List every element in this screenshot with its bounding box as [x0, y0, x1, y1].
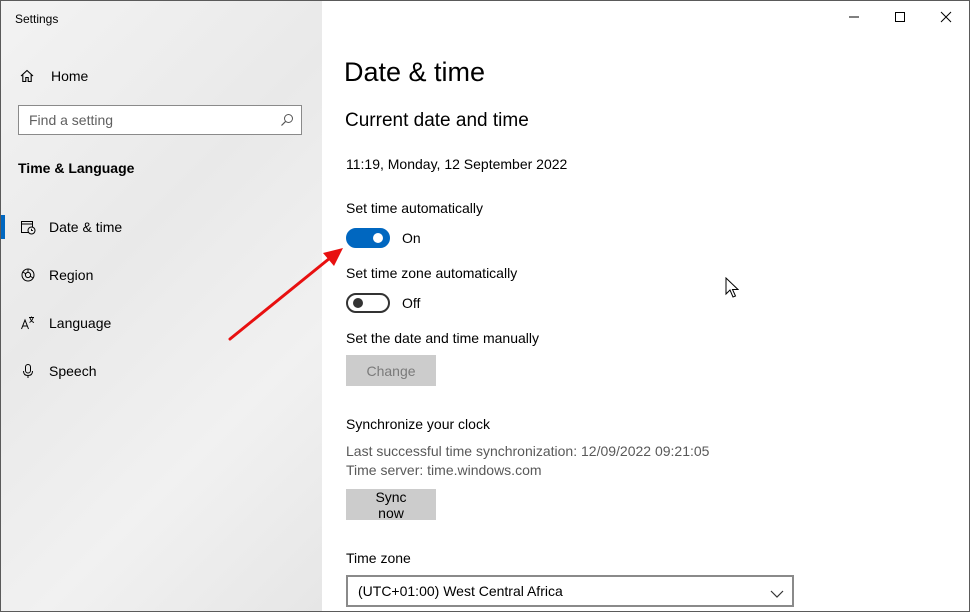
timezone-dropdown[interactable]: (UTC+01:00) West Central Africa [346, 575, 794, 607]
sync-now-button[interactable]: Sync now [346, 489, 436, 521]
sidebar-item-region[interactable]: Region [1, 251, 322, 299]
sidebar-item-date-time[interactable]: Date & time [1, 203, 322, 251]
timezone-label: Time zone [346, 550, 411, 566]
settings-window: Settings Home Time & Language Date & tim… [0, 0, 970, 612]
language-icon [19, 314, 37, 332]
set-time-auto-label: Set time automatically [346, 200, 483, 216]
manual-date-time-label: Set the date and time manually [346, 330, 540, 346]
toggle-knob [353, 298, 363, 308]
calendar-clock-icon [19, 218, 37, 236]
toggle-state-label: On [402, 230, 421, 246]
microphone-icon [19, 362, 37, 380]
globe-icon [19, 266, 37, 284]
search-icon[interactable] [279, 112, 295, 128]
sidebar-item-label: Language [49, 315, 112, 331]
sidebar-item-label: Region [49, 267, 94, 283]
current-datetime: 11:19, Monday, 12 September 2022 [346, 156, 568, 172]
time-server-text: Time server: time.windows.com [346, 462, 542, 478]
sidebar-item-label: Date & time [49, 219, 123, 235]
set-time-auto-toggle[interactable] [346, 228, 390, 248]
toggle-state-label: Off [402, 295, 421, 311]
set-time-auto-row: On [346, 228, 421, 248]
sidebar-item-language[interactable]: Language [1, 299, 322, 347]
chevron-down-icon [770, 586, 784, 598]
home-label: Home [51, 68, 89, 84]
set-timezone-auto-label: Set time zone automatically [346, 265, 518, 281]
section-title: Time & Language [18, 160, 135, 176]
set-timezone-auto-toggle[interactable] [346, 293, 390, 313]
timezone-selected-value: (UTC+01:00) West Central Africa [358, 583, 563, 599]
toggle-knob [373, 233, 383, 243]
sidebar: Settings Home Time & Language Date & tim… [1, 1, 322, 611]
home-nav-item[interactable]: Home [18, 65, 88, 87]
section-subheading: Current date and time [345, 110, 529, 131]
set-timezone-auto-row: Off [346, 293, 420, 313]
search-input[interactable] [29, 112, 269, 128]
sidebar-nav: Date & time Region Language Speech [1, 203, 322, 395]
mouse-cursor-icon [725, 277, 739, 298]
app-title: Settings [15, 12, 59, 26]
home-icon [18, 67, 36, 85]
last-sync-text: Last successful time synchronization: 12… [346, 443, 710, 459]
search-box[interactable] [18, 105, 302, 135]
change-button[interactable]: Change [346, 355, 436, 386]
selected-indicator [1, 215, 5, 239]
page-title: Date & time [344, 57, 486, 87]
sync-heading: Synchronize your clock [346, 416, 490, 432]
main-content: Date & time Current date and time 11:19,… [322, 1, 969, 611]
sidebar-item-label: Speech [49, 363, 97, 379]
sidebar-item-speech[interactable]: Speech [1, 347, 322, 395]
